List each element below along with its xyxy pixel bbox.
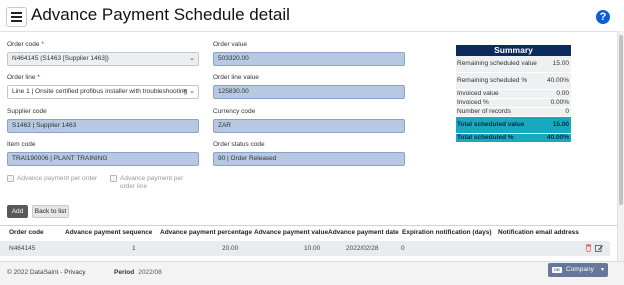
cell-order-code: N464145	[9, 245, 36, 252]
supplier-code-field: S1463 | Supplier 1463	[7, 119, 199, 133]
order-value-label: Order value	[213, 41, 247, 48]
header-divider	[0, 31, 617, 32]
footer-bar: © 2022 DataSaint - Privacy Period 2022/08…	[0, 261, 624, 285]
page-title: Advance Payment Schedule detail	[31, 5, 290, 24]
order-value-field: 503320.00	[213, 52, 405, 66]
advance-per-order-line-checkbox[interactable]	[110, 175, 117, 182]
column-header-date[interactable]: Advance payment date	[328, 229, 399, 236]
order-line-value-field: 125830.00	[213, 85, 405, 99]
summary-panel: Summary Remaining scheduled value 15.00 R…	[456, 45, 571, 143]
summary-title: Summary	[456, 45, 571, 56]
summary-row-number-of-records: Number of records 0	[456, 108, 571, 117]
caret-down-icon: ▾	[600, 267, 604, 273]
scrollbar-thumb[interactable]	[619, 35, 623, 205]
trash-icon[interactable]	[585, 244, 592, 252]
cell-sequence: 1	[132, 245, 136, 252]
summary-row-remaining-value: Remaining scheduled value 15.00	[456, 56, 571, 73]
add-button[interactable]: Add	[7, 205, 28, 218]
vertical-scrollbar[interactable]	[617, 31, 624, 261]
column-header-order-code[interactable]: Order code	[9, 229, 44, 236]
advance-per-order-label: Advance payment per order	[17, 175, 98, 182]
help-icon[interactable]: ?	[596, 10, 610, 24]
order-line-value-label: Order line value	[213, 74, 259, 81]
summary-row-remaining-pct: Remaining scheduled % 40.00%	[456, 73, 571, 90]
summary-row-total-value: Total scheduled value 15.00	[456, 117, 571, 134]
order-status-code-label: Order status code	[213, 141, 265, 148]
advance-per-order-checkbox[interactable]	[7, 175, 14, 182]
edit-icon[interactable]	[595, 244, 603, 252]
summary-row-total-pct: Total scheduled % 40.00%	[456, 134, 571, 143]
cell-date: 2022/02/28	[346, 245, 379, 252]
chevron-down-icon: ⌄	[189, 88, 195, 95]
column-header-value[interactable]: Advance payment value	[254, 229, 328, 236]
cell-percentage: 20.00	[222, 245, 239, 252]
privacy-link[interactable]: Privacy	[64, 269, 85, 276]
column-header-percentage[interactable]: Advance payment percentage	[160, 229, 252, 236]
summary-row-invoiced-value: Invoiced value 0.00	[456, 90, 571, 99]
supplier-code-label: Supplier code	[7, 108, 47, 115]
copyright-text: © 2022 DataSaint - Privacy	[7, 269, 86, 276]
order-line-label: Order line *	[7, 74, 40, 81]
order-code-label: Order code *	[7, 41, 44, 48]
column-header-email[interactable]: Notification email address	[498, 229, 579, 236]
period-display: Period 2022/08	[114, 269, 162, 276]
summary-row-invoiced-pct: Invoiced % 0.00%	[456, 99, 571, 108]
advance-per-order-line-label: Advance payment per order line	[120, 175, 184, 190]
item-code-field: TRAI190006 | PLANT TRAINING	[7, 152, 199, 166]
column-header-expiration[interactable]: Expiration notification (days)	[402, 229, 492, 236]
order-status-code-field: 90 | Order Released	[213, 152, 405, 166]
cell-expiration: 0	[401, 245, 405, 252]
chevron-down-icon: ⌄	[189, 55, 195, 62]
cell-value: 10.00	[304, 245, 321, 252]
clear-icon[interactable]: ×	[183, 86, 187, 98]
order-line-select[interactable]: Line 1 | Onsite certified profibus insta…	[7, 85, 199, 99]
company-dropdown-button[interactable]: DB Company ▾	[548, 263, 608, 277]
grid-top-border	[0, 225, 617, 226]
hamburger-menu-button[interactable]	[6, 7, 27, 27]
currency-code-field: ZAR	[213, 119, 405, 133]
order-code-select[interactable]: N464145 (S1463 [Supplier 1463]) ⌄	[7, 52, 199, 66]
column-header-sequence[interactable]: Advance payment sequence	[65, 229, 152, 236]
database-icon: DB	[552, 267, 562, 273]
item-code-label: Item code	[7, 141, 36, 148]
currency-code-label: Currency code	[213, 108, 256, 115]
back-to-list-button[interactable]: Back to list	[32, 205, 69, 218]
